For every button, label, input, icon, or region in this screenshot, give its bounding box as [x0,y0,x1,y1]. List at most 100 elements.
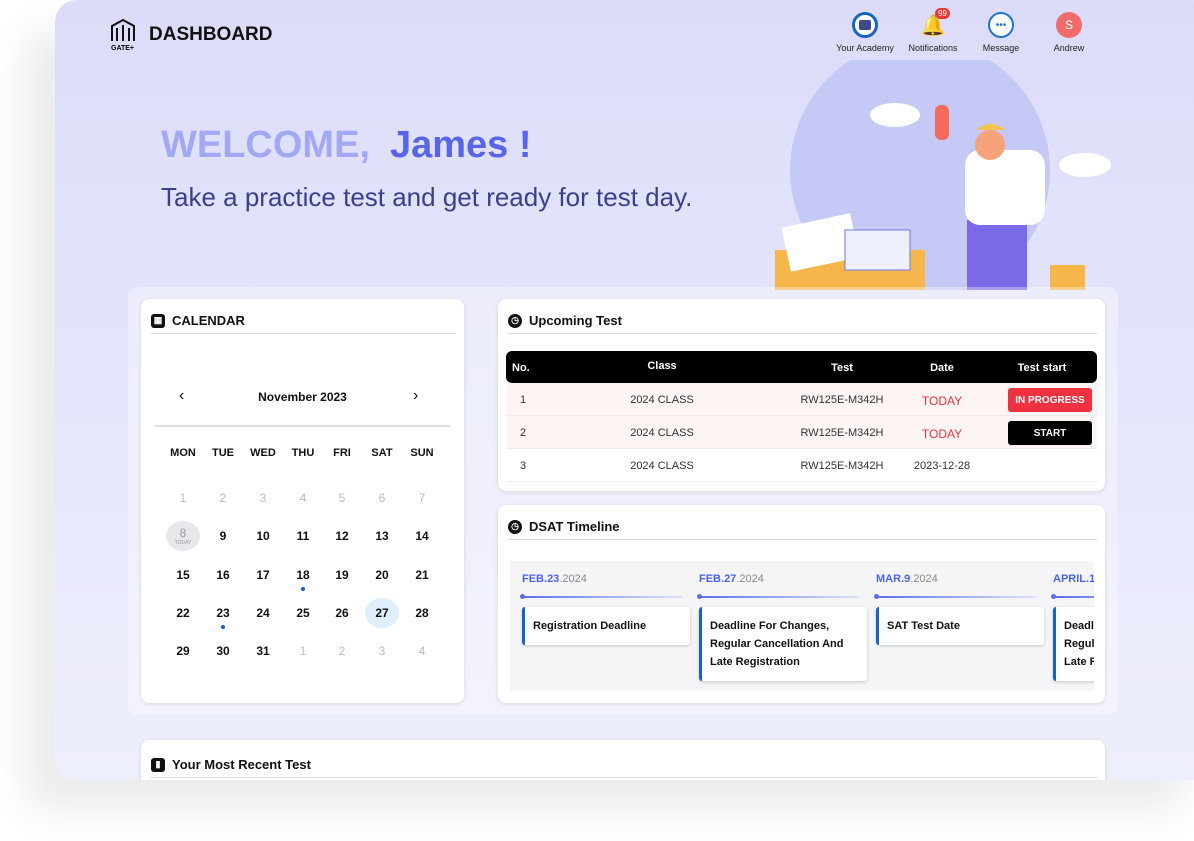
calendar-day[interactable]: 26 [325,598,359,628]
calendar-day[interactable]: 5 [325,483,359,513]
welcome-text: WELCOME, [161,124,370,166]
cell-test: RW125E-M342H [800,460,884,472]
calendar-day[interactable]: 1 [286,636,320,666]
in-progress-button[interactable]: IN PROGRESS [1008,388,1092,412]
hero-illustration [775,60,1111,290]
timeline-scroller[interactable]: FEB.23.2024 Registration Deadline FEB.27… [510,561,1094,691]
calendar-day[interactable]: 13 [365,521,399,551]
day-number: 18 [296,567,310,582]
day-number: 24 [256,605,270,620]
welcome-heading: WELCOME, James ! [161,124,532,167]
calendar-day[interactable]: 30 [206,636,240,666]
cell-date: TODAY [921,427,963,441]
nav-profile-andrew[interactable]: S Andrew [1034,12,1104,53]
weekday-label: SUN [410,447,434,459]
timeline-event-box[interactable]: Deadline For Changes, Regular Cancellati… [1053,607,1094,681]
calendar-day[interactable]: 19 [325,560,359,590]
table-header: No. Class Test Date Test start [506,351,1097,383]
nav-label: Message [982,43,1020,53]
card-title: DSAT Timeline [529,519,620,534]
cell-test: RW125E-M342H [800,427,884,439]
calendar-day[interactable]: 20 [365,560,399,590]
welcome-subtitle: Take a practice test and get ready for t… [161,182,693,212]
timeline-line [874,594,1036,599]
calendar-day[interactable]: 6 [365,483,399,513]
card-title: CALENDAR [172,313,245,328]
weekday-label: SAT [371,447,393,459]
nav-message[interactable]: ••• Message [966,12,1036,53]
calendar-day[interactable]: 10 [246,521,280,551]
timeline-line [697,594,859,599]
day-number: 3 [378,644,386,659]
next-month-button[interactable]: › [413,387,418,405]
clock-icon: ◷ [508,313,522,328]
calendar-day[interactable]: 23 [206,598,240,629]
clock-icon: ◷ [508,519,522,534]
calendar-day[interactable]: 17 [246,560,280,590]
calendar-day[interactable]: 12 [325,521,359,551]
calendar-day[interactable]: 9 [206,521,240,551]
timeline-event-box[interactable]: SAT Test Date [876,607,1044,645]
day-number: 17 [256,567,270,582]
calendar-day[interactable]: 15 [166,560,200,590]
calendar-day[interactable]: 25 [286,598,320,628]
calendar-day[interactable]: 3 [246,483,280,513]
nav-your-academy[interactable]: Your Academy [830,12,900,53]
calendar-day[interactable]: 4 [286,483,320,513]
divider [151,777,1097,778]
calendar-day[interactable]: 31 [246,636,280,666]
calendar-day[interactable]: 3 [365,636,399,666]
calendar-day[interactable]: 27 [365,597,399,628]
calendar-day[interactable]: 4 [405,636,439,666]
nav-label: Notifications [908,43,958,53]
table-row: 3 2024 CLASS RW125E-M342H 2023-12-28 [506,449,1097,482]
calendar-day[interactable]: 2 [206,483,240,513]
cell-no: 1 [520,394,527,406]
calendar-day[interactable]: 1 [166,483,200,513]
timeline-event-box[interactable]: Deadline For Changes, Regular Cancellati… [699,607,867,681]
calendar-day[interactable]: 18 [286,560,320,591]
bell-icon: 🔔 99 [920,8,950,38]
timeline-event-box[interactable]: Registration Deadline [522,607,690,645]
day-number: 7 [418,491,426,505]
calendar-day[interactable]: 14 [405,521,439,551]
day-number: 30 [216,644,230,659]
timeline-date: APRIL.1.2024 [1053,573,1094,585]
weekday-label: WED [250,447,276,459]
calendar-day[interactable]: 2 [325,636,359,666]
calendar-day[interactable]: 8 TODAY [166,521,200,552]
cell-class: 2024 CLASS [630,460,694,472]
calendar-day[interactable]: 24 [246,598,280,628]
day-number: 29 [176,644,190,659]
day-number: 2 [219,491,227,505]
calendar-day[interactable]: 7 [405,483,439,513]
divider [151,333,456,334]
cell-class: 2024 CLASS [630,427,694,439]
calendar-day[interactable]: 28 [405,598,439,628]
column-header: Test start [1017,362,1067,374]
divider [508,539,1097,540]
day-number: 15 [176,567,190,582]
day-number: 21 [415,567,429,582]
cell-test: RW125E-M342H [800,394,884,406]
user-name: James ! [389,124,532,166]
calendar-day[interactable]: 16 [206,560,240,590]
column-header: Class [647,360,677,372]
calendar-day[interactable]: 21 [405,560,439,590]
start-button[interactable]: START [1008,421,1092,445]
cell-no: 2 [520,427,527,439]
cell-date: TODAY [921,394,963,408]
calendar-day[interactable]: 11 [286,521,320,551]
nav-notifications[interactable]: 🔔 99 Notifications [898,8,968,53]
day-number: 19 [335,567,349,582]
dashboard-window: GATE+ DASHBOARD Your Academy 🔔 99 Notifica… [55,0,1194,780]
day-number: 12 [335,529,349,544]
day-number: 1 [299,644,307,659]
timeline-date: FEB.23.2024 [522,573,587,585]
day-number: 10 [256,529,270,544]
day-number: 3 [259,491,267,505]
weekday-label: TUE [212,447,234,459]
calendar-day[interactable]: 29 [166,636,200,666]
calendar-day[interactable]: 22 [166,598,200,628]
chat-icon: ••• [988,12,1014,38]
